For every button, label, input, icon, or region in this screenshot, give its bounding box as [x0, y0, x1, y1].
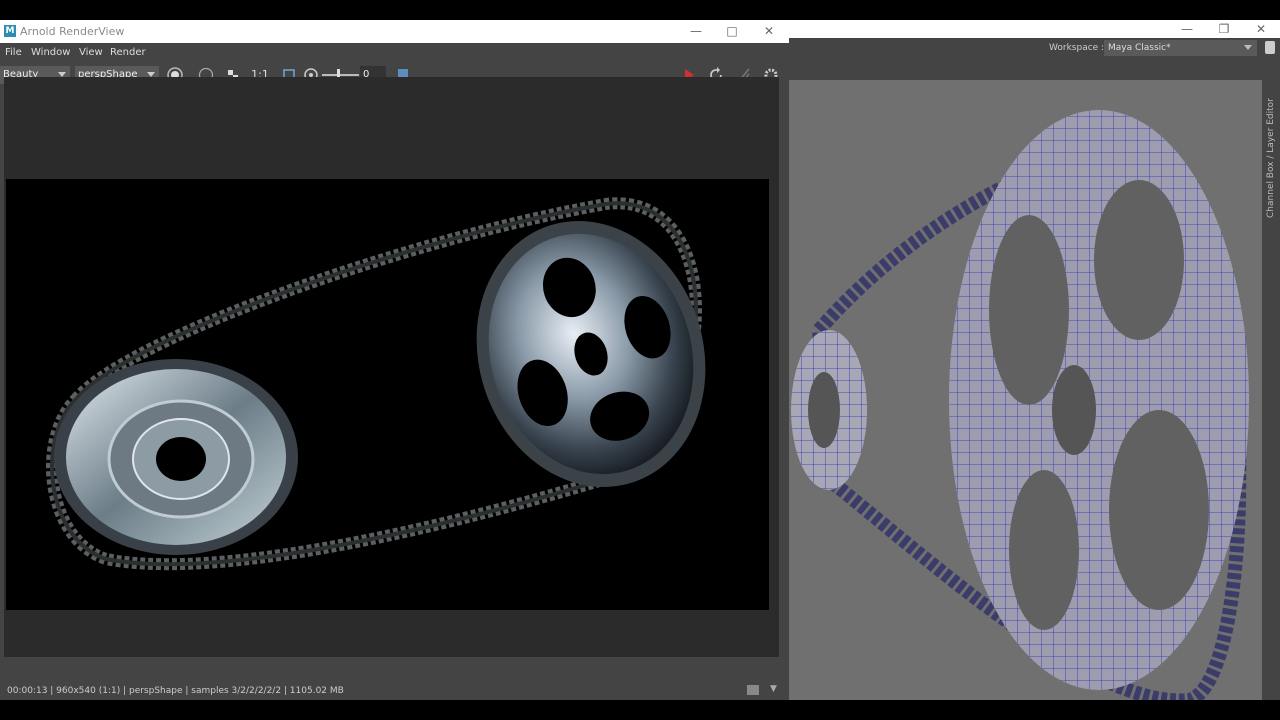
workspace-select[interactable]: Maya Classic* [1104, 40, 1257, 56]
wire-small-sprocket [791, 330, 867, 490]
workspace-label: Workspace : [1049, 43, 1105, 53]
channel-box-label: Channel Box / Layer Editor [1266, 98, 1276, 218]
chain-sprocket-render-image [46, 197, 706, 571]
render-image [6, 179, 769, 610]
channel-box-tab[interactable]: Channel Box / Layer Editor [1264, 58, 1280, 700]
menu-bar: File Window View Render [0, 43, 789, 63]
exposure-slider[interactable] [322, 74, 359, 76]
maximize-button[interactable]: □ [722, 23, 742, 39]
minimize-button[interactable]: — [686, 23, 706, 39]
small-sprocket [54, 359, 298, 555]
menu-window[interactable]: Window [31, 47, 70, 58]
menu-render[interactable]: Render [110, 47, 146, 58]
chevron-down-icon [1244, 45, 1252, 50]
viewport-toolbar [789, 58, 1262, 80]
status-text: 00:00:13 | 960x540 (1:1) | perspShape | … [7, 686, 344, 696]
snapshot-icon[interactable] [747, 685, 759, 695]
window-title: Arnold RenderView [20, 25, 125, 38]
close-button[interactable]: ✕ [759, 23, 779, 39]
chevron-down-icon[interactable]: ▼ [770, 684, 782, 696]
maya-logo-icon: M [4, 25, 16, 37]
maya-main-window: — ❐ ✕ Workspace : Maya Classic* Channel … [789, 20, 1280, 700]
maya-close-button[interactable]: ✕ [1251, 21, 1271, 37]
menu-view[interactable]: View [79, 47, 103, 58]
menu-file[interactable]: File [5, 47, 22, 58]
lock-icon[interactable] [1265, 41, 1275, 54]
large-sprocket [476, 221, 706, 487]
status-bar: 00:00:13 | 960x540 (1:1) | perspShape | … [0, 682, 789, 700]
maya-minimize-button[interactable]: — [1177, 21, 1197, 37]
maya-restore-button[interactable]: ❐ [1214, 21, 1234, 37]
wireframe-sprocket-model [791, 110, 1249, 700]
workspace-bar: Workspace : Maya Classic* [789, 38, 1280, 58]
wire-large-sprocket [949, 110, 1249, 690]
title-bar: M Arnold RenderView — □ ✕ [0, 20, 789, 43]
maya-viewport[interactable] [789, 80, 1262, 700]
workspace-select-value: Maya Classic* [1108, 43, 1171, 53]
maya-title-bar: — ❐ ✕ [789, 20, 1280, 38]
